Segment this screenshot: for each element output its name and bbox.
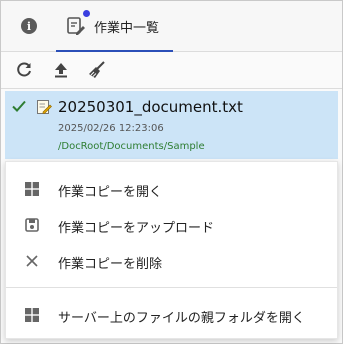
tab-info[interactable]: i [7, 7, 51, 45]
document-edit-icon [67, 17, 85, 35]
menu-item-label: 作業コピーを開く [58, 185, 163, 200]
windows-icon [24, 181, 40, 197]
file-modified-date: 2025/02/26 12:23:06 [58, 123, 164, 134]
notification-dot [83, 10, 90, 17]
close-icon [24, 253, 40, 269]
tab-worklist[interactable]: 作業中一覧 [56, 1, 173, 52]
info-icon: i [21, 18, 37, 34]
menu-item-open-parent-folder[interactable]: サーバー上のファイルの親フォルダを開く [6, 298, 337, 332]
app-window: i 作業中一覧 20250301_document.txt 2025/02/26… [0, 0, 343, 344]
broom-icon [89, 61, 105, 78]
save-icon [24, 217, 40, 233]
menu-item-upload-working-copy[interactable]: 作業コピーをアップロード [6, 208, 337, 242]
menu-separator [6, 287, 337, 288]
file-row[interactable]: 20250301_document.txt 2025/02/26 12:23:0… [5, 91, 338, 159]
menu-item-label: 作業コピーをアップロード [58, 221, 215, 236]
text-file-icon [37, 100, 52, 114]
menu-item-label: 作業コピーを削除 [58, 257, 163, 272]
menu-item-open-working-copy[interactable]: 作業コピーを開く [6, 172, 337, 206]
menu-item-label: サーバー上のファイルの親フォルダを開く [58, 311, 305, 326]
menu-item-delete-working-copy[interactable]: 作業コピーを削除 [6, 244, 337, 278]
file-name: 20250301_document.txt [58, 98, 243, 116]
toolbar [1, 52, 342, 89]
context-menu: 作業コピーを開く 作業コピーをアップロード 作業コピーを削除 サーバー上のファイ… [5, 161, 338, 339]
cleanup-button[interactable] [87, 60, 107, 80]
windows-icon [24, 307, 40, 323]
tab-bar: i 作業中一覧 [1, 1, 342, 52]
refresh-icon [17, 62, 31, 77]
tab-worklist-label: 作業中一覧 [94, 21, 160, 36]
upload-button[interactable] [51, 60, 71, 80]
upload-icon [55, 63, 67, 78]
file-path: /DocRoot/Documents/Sample [58, 141, 205, 152]
check-icon [12, 100, 26, 112]
refresh-button[interactable] [14, 60, 34, 80]
